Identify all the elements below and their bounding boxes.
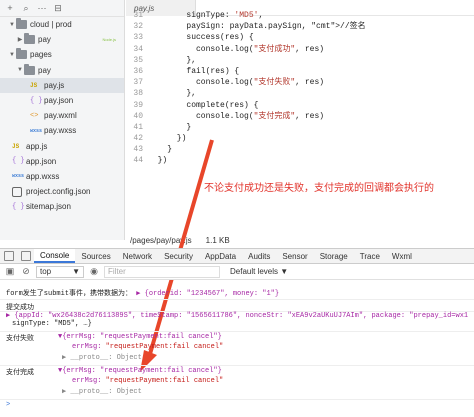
tab-wxml[interactable]: Wxml (386, 249, 418, 263)
inspect-icon[interactable] (4, 251, 14, 261)
filter-input[interactable]: Filter (104, 265, 220, 278)
clear-console-icon[interactable]: ⊘ (20, 266, 32, 278)
fail-proto[interactable]: ▶ __proto__: Object (62, 353, 142, 362)
console-output[interactable]: form发生了submit事件，携带数据为： ▶ {orderid: "1234… (0, 281, 474, 417)
context-select[interactable]: top ▼ (36, 265, 84, 278)
tab-appdata[interactable]: AppData (199, 249, 242, 263)
eye-icon[interactable]: ◉ (88, 266, 100, 278)
tab-storage[interactable]: Storage (314, 249, 354, 263)
tab-security[interactable]: Security (158, 249, 199, 263)
log-levels-select[interactable]: Default levels ▼ (230, 267, 288, 276)
tab-audits[interactable]: Audits (242, 249, 276, 263)
log-pay-done-label: 支付完成 (6, 369, 34, 377)
done-proto[interactable]: ▶ __proto__: Object (62, 387, 142, 396)
tab-sensor[interactable]: Sensor (276, 249, 313, 263)
tab-network[interactable]: Network (117, 249, 158, 263)
log-pay-done-obj[interactable]: ▼{errMsg: "requestPayment:fail cancel"} (58, 367, 222, 375)
tab-console[interactable]: Console (34, 249, 76, 263)
log-form-submit: form发生了submit事件，携带数据为： ▶ {orderid: "1234… (6, 290, 280, 298)
tab-trace[interactable]: Trace (354, 249, 386, 263)
log-pay-params-cont: signType: "MD5", …} (12, 320, 92, 328)
log-pay-fail-label: 支付失败 (6, 335, 34, 343)
console-prompt[interactable]: > (6, 401, 10, 409)
sidebar-toggle-icon[interactable]: ▣ (4, 266, 16, 278)
fail-errmsg: errMsg: "requestPayment:fail cancel" (72, 343, 224, 351)
device-icon[interactable] (21, 251, 31, 261)
devtools-tabbar: Console Sources Network Security AppData Audi… (0, 248, 474, 264)
console-toolbar: ▣ ⊘ top ▼ ◉ Filter Default levels ▼ (0, 264, 474, 280)
tab-sources[interactable]: Sources (75, 249, 116, 263)
log-pay-fail-obj[interactable]: ▼{errMsg: "requestPayment:fail cancel"} (58, 333, 222, 341)
log-pay-params: ▶ {appId: "wx26438c2d7611389S", timeStam… (6, 312, 469, 320)
done-errmsg: errMsg: "requestPayment:fail cancel" (72, 377, 224, 385)
